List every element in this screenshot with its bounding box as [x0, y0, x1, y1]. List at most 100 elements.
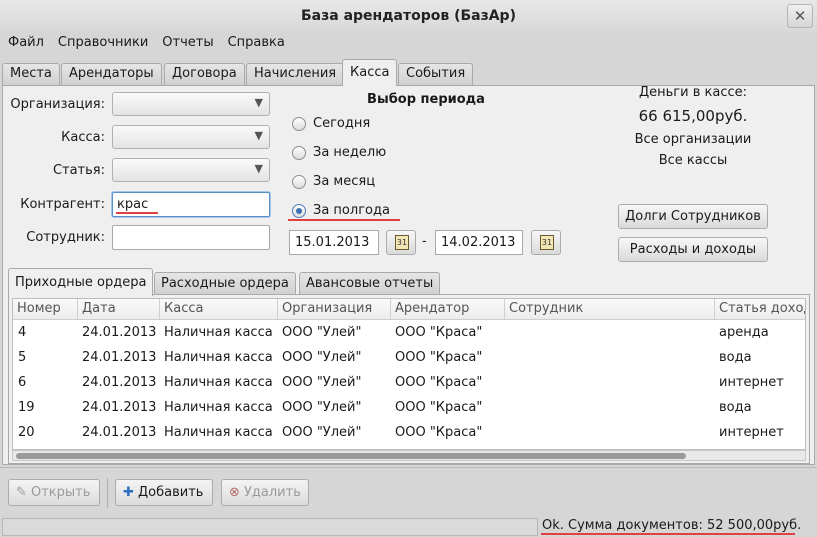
cell-article: вода	[719, 400, 752, 415]
cell-organization: ООО "Улей"	[282, 375, 362, 390]
cell-date: 24.01.2013	[82, 325, 157, 340]
menu-help[interactable]: Справка	[221, 32, 292, 54]
table-row[interactable]: 6 24.01.2013 Наличная касса ООО "Улей" О…	[13, 370, 805, 395]
organization-combo[interactable]: ▼	[112, 92, 270, 116]
column-header-tenant[interactable]: Арендатор	[391, 299, 505, 320]
status-text: Ok. Сумма документов: 52 500,00руб.	[542, 518, 802, 533]
cash-cashbox-scope: Все кассы	[658, 153, 728, 168]
column-header-cashbox[interactable]: Касса	[160, 299, 278, 320]
tab-contracts[interactable]: Договора	[164, 63, 245, 85]
column-header-article[interactable]: Статья доходов	[715, 299, 805, 320]
cell-date: 24.01.2013	[82, 375, 157, 390]
window-title: База арендаторов (БазАр)	[0, 0, 817, 32]
table-row[interactable]: 4 24.01.2013 Наличная касса ООО "Улей" О…	[13, 320, 805, 345]
column-header-number[interactable]: Номер	[13, 299, 78, 320]
employee-label: Сотрудник:	[26, 230, 105, 245]
cashbox-label: Касса:	[61, 130, 105, 145]
edit-icon: ✎	[16, 485, 27, 500]
cell-tenant: ООО "Краса"	[395, 375, 483, 390]
tab-incoming-orders[interactable]: Приходные ордера	[8, 268, 154, 296]
radio-half-year-label[interactable]: За полгода	[313, 203, 390, 218]
date-to-input[interactable]: 14.02.2013	[435, 230, 523, 255]
menu-reports[interactable]: Отчеты	[155, 32, 220, 54]
menu-bar: Файл Справочники Отчеты Справка	[0, 32, 817, 54]
date-separator: -	[422, 234, 427, 249]
date-to-calendar-button[interactable]: 31	[531, 230, 561, 255]
table-row[interactable]: 5 24.01.2013 Наличная касса ООО "Улей" О…	[13, 345, 805, 370]
radio-today[interactable]	[292, 117, 306, 131]
radio-today-label[interactable]: Сегодня	[313, 116, 370, 131]
date-from-calendar-button[interactable]: 31	[386, 230, 416, 255]
radio-week-label[interactable]: За неделю	[313, 145, 386, 160]
cell-number: 4	[18, 325, 27, 340]
table-body: 4 24.01.2013 Наличная касса ООО "Улей" О…	[13, 320, 805, 445]
tab-events[interactable]: События	[398, 63, 474, 85]
employee-input[interactable]	[112, 225, 270, 250]
cashbox-combo[interactable]: ▼	[112, 125, 270, 149]
cell-date: 24.01.2013	[82, 425, 157, 440]
calendar-icon: 31	[540, 235, 554, 250]
tab-outgoing-orders[interactable]: Расходные ордера	[154, 272, 296, 295]
date-from-input[interactable]: 15.01.2013	[289, 230, 379, 255]
cell-tenant: ООО "Краса"	[395, 325, 483, 340]
cell-number: 5	[18, 350, 27, 365]
counterparty-label: Контрагент:	[20, 197, 105, 212]
menu-references[interactable]: Справочники	[51, 32, 155, 54]
calendar-icon: 31	[395, 235, 409, 250]
menu-file[interactable]: Файл	[0, 32, 51, 54]
tab-tenants[interactable]: Арендаторы	[61, 63, 162, 85]
add-button[interactable]: ✚ Добавить	[115, 479, 213, 506]
cell-organization: ООО "Улей"	[282, 350, 362, 365]
cell-organization: ООО "Улей"	[282, 425, 362, 440]
cell-date: 24.01.2013	[82, 400, 157, 415]
table-row[interactable]: 20 24.01.2013 Наличная касса ООО "Улей" …	[13, 420, 805, 445]
employee-debts-button[interactable]: Долги Сотрудников	[618, 204, 768, 229]
delete-button[interactable]: ⊗ Удалить	[221, 479, 309, 506]
tab-places[interactable]: Места	[2, 63, 60, 85]
tab-advance-reports[interactable]: Авансовые отчеты	[299, 272, 441, 295]
chevron-down-icon: ▼	[254, 96, 263, 109]
cash-amount: 66 615,00руб.	[638, 107, 748, 125]
cell-number: 6	[18, 375, 27, 390]
cell-tenant: ООО "Краса"	[395, 400, 483, 415]
cell-number: 19	[18, 400, 35, 415]
radio-week[interactable]	[292, 146, 306, 160]
orders-table[interactable]: Номер Дата Касса Организация Арендатор С…	[12, 298, 806, 450]
cell-employee	[504, 345, 714, 370]
open-button[interactable]: ✎ Открыть	[8, 479, 100, 506]
article-combo[interactable]: ▼	[112, 158, 270, 182]
chevron-down-icon: ▼	[254, 129, 263, 142]
cash-label: Деньги в кассе:	[638, 85, 747, 100]
close-icon: ✕	[793, 7, 807, 25]
tab-charges[interactable]: Начисления	[246, 63, 345, 85]
radio-half-year[interactable]	[292, 204, 306, 218]
cell-organization: ООО "Улей"	[282, 400, 362, 415]
cell-article: интернет	[719, 425, 784, 440]
delete-icon: ⊗	[229, 485, 240, 500]
column-header-date[interactable]: Дата	[78, 299, 160, 320]
toolbar-separator	[107, 478, 108, 508]
cell-employee	[504, 370, 714, 395]
focus-underline	[288, 219, 400, 221]
close-window-button[interactable]: ✕	[787, 4, 813, 28]
cell-cashbox: Наличная касса	[164, 400, 273, 415]
column-header-employee[interactable]: Сотрудник	[505, 299, 715, 320]
income-expense-button[interactable]: Расходы и доходы	[618, 237, 768, 262]
toolbar-divider	[0, 467, 817, 468]
cell-tenant: ООО "Краса"	[395, 350, 483, 365]
table-row[interactable]: 19 24.01.2013 Наличная касса ООО "Улей" …	[13, 395, 805, 420]
scrollbar-thumb[interactable]	[16, 453, 686, 459]
chevron-down-icon: ▼	[254, 162, 263, 175]
period-title: Выбор периода	[367, 92, 485, 107]
cell-cashbox: Наличная касса	[164, 375, 273, 390]
cell-number: 20	[18, 425, 35, 440]
radio-month[interactable]	[292, 175, 306, 189]
column-header-organization[interactable]: Организация	[278, 299, 391, 320]
horizontal-scrollbar[interactable]	[12, 450, 806, 461]
open-button-label: Открыть	[31, 485, 91, 500]
tab-cash[interactable]: Касса	[342, 59, 398, 86]
cell-employee	[504, 420, 714, 445]
radio-month-label[interactable]: За месяц	[313, 174, 375, 189]
cell-article: вода	[719, 350, 752, 365]
cell-tenant: ООО "Краса"	[395, 425, 483, 440]
